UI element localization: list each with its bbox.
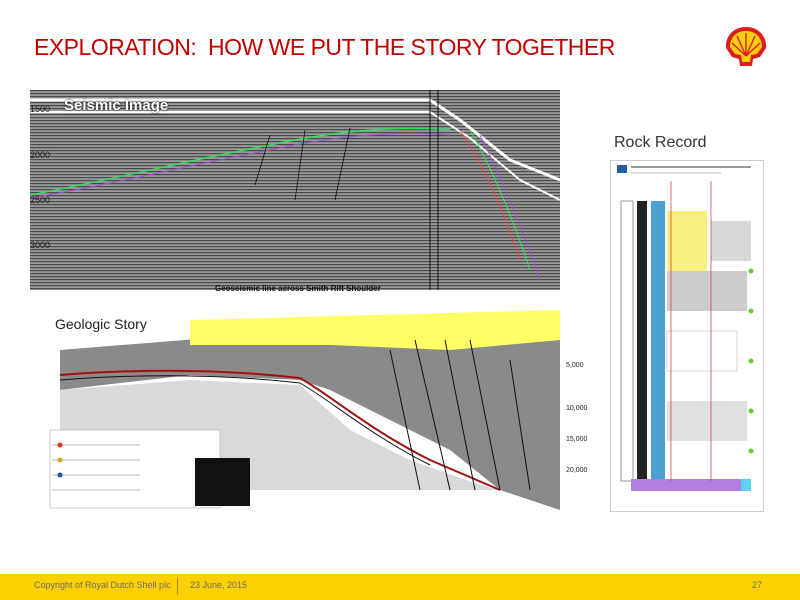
slide-title: EXPLORATION: HOW WE PUT THE STORY TOGETH… (34, 34, 615, 60)
geologic-cross-section (30, 310, 560, 510)
rock-record-label: Rock Record (614, 134, 707, 151)
footer-copyright: Copyright of Royal Dutch Shell plc (34, 580, 171, 590)
seismic-image-label: Seismic Image (64, 97, 169, 114)
seismic-image (30, 90, 560, 290)
depth-tick: 2000 (30, 150, 51, 160)
depth-label: 10,000 (566, 405, 588, 412)
page-number: 27 (752, 580, 763, 590)
depth-label: 15,000 (566, 436, 588, 443)
footer-date: 23 June, 2015 (190, 580, 248, 590)
depth-tick: 2500 (30, 195, 51, 205)
rock-record-image (610, 160, 764, 512)
depth-label: 20,000 (566, 467, 588, 474)
depth-tick: 1500 (30, 104, 51, 114)
geologic-story-label: Geologic Story (55, 316, 147, 332)
footer-divider (177, 578, 178, 594)
shell-logo-icon (725, 27, 767, 66)
depth-label: 5,000 (566, 362, 584, 369)
depth-tick: 3000 (30, 240, 51, 250)
seismic-caption: Geoseismic line across Smith Rift Should… (215, 284, 381, 293)
